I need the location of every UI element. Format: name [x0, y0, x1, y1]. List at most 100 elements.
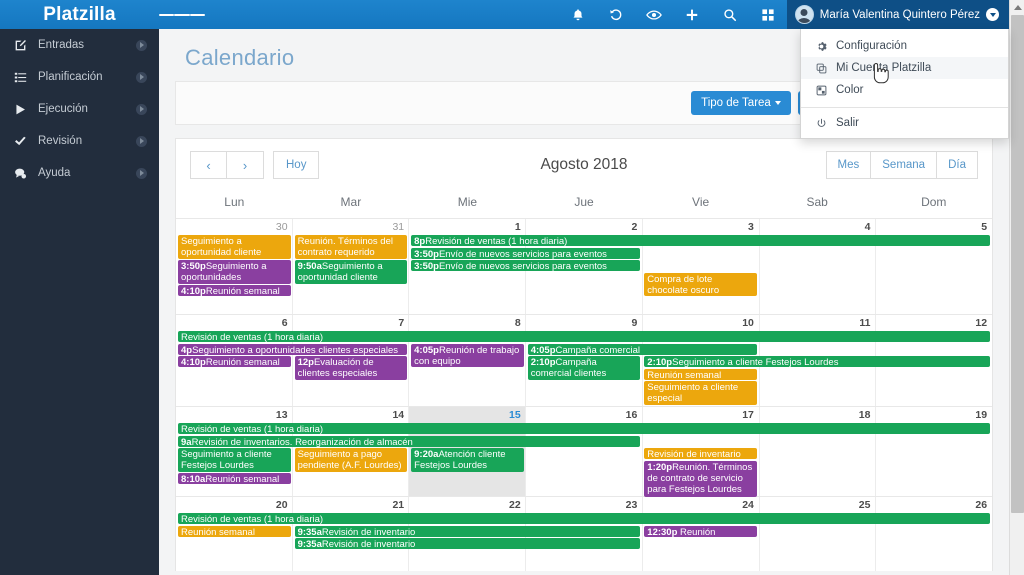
- sidebar-item-label: Ayuda: [38, 167, 71, 179]
- prev-month-button[interactable]: ‹: [190, 151, 227, 179]
- vertical-scrollbar[interactable]: [1009, 0, 1024, 575]
- plus-icon[interactable]: [673, 0, 711, 29]
- sidebar-item-ejecucion[interactable]: Ejecución: [0, 93, 159, 125]
- search-icon[interactable]: [711, 0, 749, 29]
- user-account-menu-button[interactable]: María Valentina Quintero Pérez: [786, 0, 1009, 29]
- grid-icon[interactable]: [749, 0, 787, 29]
- day-number: 21: [392, 499, 405, 511]
- event-time: 4:05p: [414, 344, 439, 356]
- next-month-button[interactable]: ›: [227, 151, 264, 179]
- calendar-event[interactable]: 3:50pSeguimiento a oportunidades: [178, 260, 291, 284]
- calendar-event[interactable]: 9:35aRevisión de inventario: [294, 525, 641, 537]
- calendar-event[interactable]: Revisión de ventas (1 hora diaria): [178, 423, 990, 434]
- day-number: 8: [514, 317, 521, 329]
- calendar-event[interactable]: Compra de lote chocolate oscuro: [644, 272, 757, 296]
- scrollbar-thumb[interactable]: [1011, 15, 1024, 513]
- event-title: Reunión. Términos del contrato requerido: [297, 236, 393, 259]
- calendar-event[interactable]: Revisión de ventas (1 hora diaria): [178, 331, 990, 342]
- chevron-right-icon: [136, 135, 147, 147]
- dow-label: Dom: [921, 195, 947, 209]
- calendar-event[interactable]: 4:05pReunión de trabajo con equipo: [411, 343, 524, 367]
- view-month-button[interactable]: Mes: [825, 151, 872, 179]
- menu-item-configuracion[interactable]: Configuración: [801, 35, 1008, 57]
- sidebar-item-ayuda[interactable]: Ayuda: [0, 157, 159, 189]
- event-layer: Revisión de ventas (1 hora diaria) 9aRevi…: [176, 423, 992, 497]
- event-time: 2:10p: [647, 357, 673, 367]
- sidebar-item-label: Entradas: [38, 39, 85, 51]
- user-name-label: María Valentina Quintero Pérez: [819, 8, 980, 21]
- menu-item-mi-cuenta-platzilla[interactable]: Mi Cuenta Platzilla: [801, 57, 1008, 79]
- calendar-toolbar: ‹ › Hoy Agosto 2018 Mes Semana Día: [176, 139, 992, 191]
- sidebar-item-planificacion[interactable]: Planificación: [0, 61, 159, 93]
- day-number: 31: [392, 221, 405, 233]
- day-number: 5: [981, 221, 988, 233]
- day-number: 14: [392, 409, 405, 421]
- calendar-event[interactable]: Reunión semanal: [178, 525, 291, 537]
- sidebar-item-entradas[interactable]: Entradas: [0, 29, 159, 61]
- calendar-event[interactable]: 12pEvaluación de clientes especiales: [294, 356, 408, 380]
- dow-label: Sab: [806, 195, 828, 209]
- calendar-event[interactable]: Seguimiento a pago pendiente (A.F. Lourd…: [294, 448, 408, 472]
- calendar-panel: ‹ › Hoy Agosto 2018 Mes Semana Día Lun M…: [175, 138, 993, 571]
- calendar-event[interactable]: Reunión semanal: [644, 368, 757, 380]
- event-time: 9:35a: [297, 526, 322, 537]
- calendar-event[interactable]: Seguimiento a oportunidad cliente especi…: [178, 235, 291, 259]
- task-type-filter-button[interactable]: Tipo de Tarea: [691, 90, 791, 116]
- event-time: 3:50p: [414, 248, 439, 259]
- user-dropdown-menu: Configuración Mi Cuenta Platzilla Color …: [800, 29, 1009, 139]
- day-number: 1: [514, 221, 521, 233]
- calendar-event[interactable]: 4:05pCampaña comercial: [527, 343, 757, 355]
- view-week-button[interactable]: Semana: [871, 151, 938, 179]
- chevron-right-icon: [136, 39, 147, 51]
- calendar-event[interactable]: 4:10pReunión semanal: [178, 356, 291, 367]
- view-day-button[interactable]: Día: [937, 151, 978, 179]
- calendar-event[interactable]: 9:35aRevisión de inventario: [294, 538, 641, 549]
- calendar-event[interactable]: Seguimiento a cliente Festejos Lourdes: [178, 448, 291, 472]
- event-time: 8:10a: [181, 474, 206, 484]
- calendar-event[interactable]: 8:10aReunión semanal: [178, 473, 291, 484]
- chevron-right-icon: [136, 103, 147, 115]
- calendar-event[interactable]: 3:50pEnvío de nuevos servicios para even…: [411, 260, 641, 271]
- event-title: Seguimiento a pago pendiente (A.F. Lourd…: [297, 449, 402, 472]
- calendar-event[interactable]: Reunión. Términos del contrato requerido: [294, 235, 408, 259]
- day-number: 4: [864, 221, 871, 233]
- calendar-event[interactable]: 12:30p Reunión semanal: [644, 525, 757, 537]
- calendar-event[interactable]: Seguimiento a cliente especial: [644, 381, 757, 405]
- calendar-event[interactable]: 4pSeguimiento a oportunidades clientes e…: [178, 343, 408, 355]
- menu-toggle-icon[interactable]: [159, 0, 205, 29]
- calendar-event[interactable]: 1:20pReunión. Términos de contrato de se…: [644, 460, 757, 497]
- calendar-event[interactable]: Revisión de inventario: [644, 448, 757, 459]
- avatar: [794, 5, 814, 24]
- scroll-up-arrow-icon[interactable]: [1010, 0, 1024, 15]
- dow-label: Lun: [224, 195, 245, 209]
- task-type-filter-label: Tipo de Tarea: [701, 96, 771, 109]
- calendar-event[interactable]: 2:10pSeguimiento a cliente Festejos Lour…: [644, 356, 990, 367]
- menu-item-color[interactable]: Color: [801, 79, 1008, 101]
- calendar-event[interactable]: 4:10pReunión semanal: [178, 285, 291, 296]
- day-number: 20: [275, 499, 288, 511]
- calendar-event[interactable]: 3:50pEnvío de nuevos servicios para even…: [411, 247, 641, 259]
- calendar-event[interactable]: 2:10pCampaña comercial clientes recurren…: [527, 356, 641, 380]
- eye-icon[interactable]: [635, 0, 673, 29]
- chevron-down-icon: [986, 8, 999, 21]
- calendar-event[interactable]: 8pRevisión de ventas (1 hora diaria): [411, 235, 990, 246]
- history-icon[interactable]: [597, 0, 635, 29]
- bell-icon[interactable]: [559, 0, 597, 29]
- calendar-view-group: Mes Semana Día: [825, 151, 978, 179]
- event-time: 4:10p: [181, 357, 206, 367]
- calendar-event[interactable]: 9aRevisión de inventarios. Reorganizació…: [178, 435, 641, 447]
- brand-logo[interactable]: Platzilla: [0, 0, 159, 29]
- calendar-event[interactable]: Revisión de ventas (1 hora diaria): [178, 513, 990, 524]
- event-time: 3:50p: [181, 261, 206, 272]
- calendar-event[interactable]: 9:20aAtención cliente Festejos Lourdes: [411, 448, 524, 472]
- dow-label: Vie: [692, 195, 710, 209]
- chevron-right-icon: [136, 71, 147, 83]
- calendar-event[interactable]: 9:50aSeguimiento a oportunidad cliente e…: [294, 260, 408, 284]
- today-button[interactable]: Hoy: [273, 151, 320, 179]
- menu-item-salir[interactable]: Salir: [801, 112, 1008, 134]
- event-title: Revisión de ventas (1 hora diaria): [425, 236, 568, 246]
- sidebar-item-revision[interactable]: Revisión: [0, 125, 159, 157]
- day-number: 11: [859, 317, 871, 329]
- event-title: Seguimiento a cliente especial: [647, 382, 739, 405]
- day-number: 30: [275, 221, 288, 233]
